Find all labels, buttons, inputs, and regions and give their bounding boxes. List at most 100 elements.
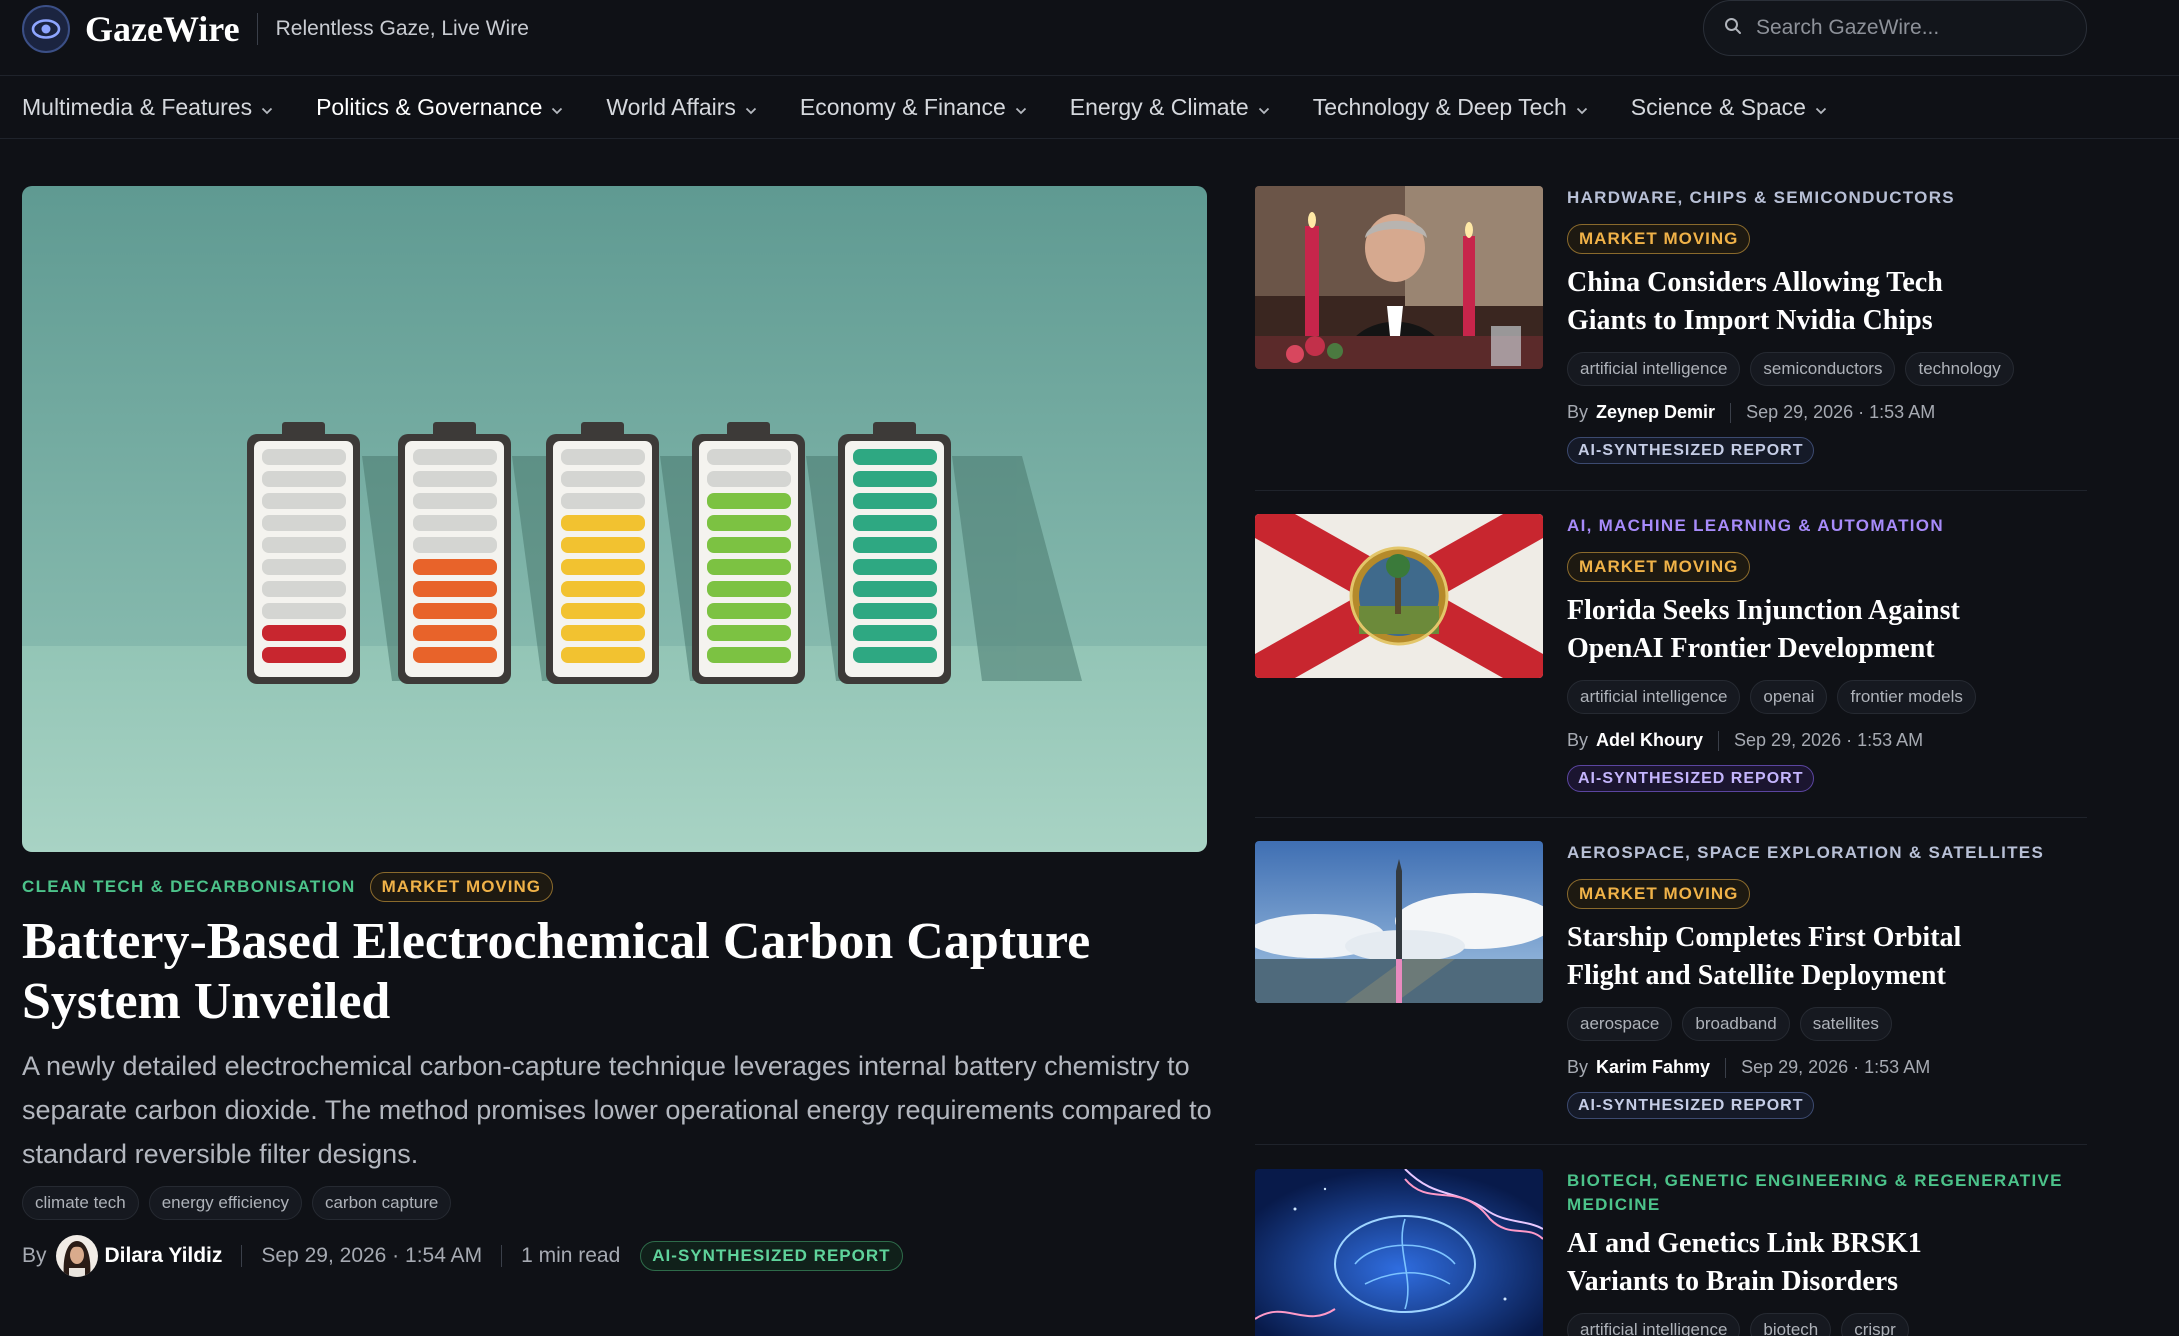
tag-chip[interactable]: semiconductors bbox=[1750, 352, 1896, 386]
nav-label: Energy & Climate bbox=[1069, 94, 1249, 120]
ai-synthesized-badge: AI-SYNTHESIZED REPORT bbox=[1567, 1092, 1815, 1119]
article-body: AI, MACHINE LEARNING & AUTOMATION MARKET… bbox=[1567, 514, 2087, 792]
tag-chip[interactable]: energy efficiency bbox=[148, 1186, 302, 1220]
market-moving-badge: MARKET MOVING bbox=[369, 872, 553, 902]
nav-technology-deep-tech[interactable]: Technology & Deep Tech bbox=[1313, 94, 1588, 121]
article-headline[interactable]: AI and Genetics Link BRSK1 Variants to B… bbox=[1567, 1225, 2007, 1301]
author-name-link[interactable]: Zeynep Demir bbox=[1596, 402, 1715, 423]
author-name-link[interactable]: Adel Khoury bbox=[1596, 730, 1703, 751]
tag-chip[interactable]: carbon capture bbox=[311, 1186, 452, 1220]
article-headline[interactable]: China Considers Allowing Tech Giants to … bbox=[1567, 264, 2007, 340]
article-thumbnail[interactable] bbox=[1255, 514, 1543, 678]
article-card: AEROSPACE, SPACE EXPLORATION & SATELLITE… bbox=[1255, 841, 2087, 1131]
publish-date: Sep 29, 2026 · 1:53 AM bbox=[1746, 402, 1936, 422]
brand-name: GazeWire bbox=[85, 9, 240, 49]
article-divider bbox=[1255, 817, 2087, 818]
article-category-link[interactable]: AI, MACHINE LEARNING & AUTOMATION bbox=[1567, 516, 1944, 535]
article-headline[interactable]: Starship Completes First Orbital Flight … bbox=[1567, 919, 2007, 995]
author-avatar[interactable] bbox=[55, 1235, 98, 1277]
article-byline: By Karim Fahmy Sep 29, 2026 · 1:53 AM bbox=[1567, 1057, 2087, 1078]
market-moving-badge: MARKET MOVING bbox=[1567, 552, 1751, 582]
chevron-down-icon bbox=[1815, 94, 1827, 121]
eye-logo-icon bbox=[22, 5, 70, 53]
nav-label: Multimedia & Features bbox=[22, 94, 253, 120]
tag-chip[interactable]: broadband bbox=[1682, 1007, 1790, 1041]
article-body: BIOTECH, GENETIC ENGINEERING & REGENERAT… bbox=[1567, 1169, 2087, 1336]
chevron-down-icon bbox=[1576, 94, 1588, 121]
tag-chip[interactable]: technology bbox=[1905, 352, 2014, 386]
author-name-link[interactable]: Dilara Yildiz bbox=[105, 1244, 223, 1268]
site-header: GazeWire Relentless Gaze, Live Wire bbox=[0, 0, 2179, 76]
chevron-down-icon bbox=[745, 94, 757, 121]
hero-image[interactable] bbox=[22, 186, 1207, 852]
article-thumbnail[interactable] bbox=[1255, 1169, 1543, 1336]
article-category-link[interactable]: AEROSPACE, SPACE EXPLORATION & SATELLITE… bbox=[1567, 843, 2044, 862]
ai-synthesized-badge: AI-SYNTHESIZED REPORT bbox=[1567, 437, 1815, 464]
article-category-link[interactable]: HARDWARE, CHIPS & SEMICONDUCTORS bbox=[1567, 188, 1955, 207]
article-card: BIOTECH, GENETIC ENGINEERING & REGENERAT… bbox=[1255, 1169, 2087, 1336]
article-byline: By Zeynep Demir Sep 29, 2026 · 1:53 AM bbox=[1567, 402, 2087, 423]
nav-multimedia-features[interactable]: Multimedia & Features bbox=[22, 94, 273, 121]
article-thumbnail[interactable] bbox=[1255, 186, 1543, 369]
article-card: HARDWARE, CHIPS & SEMICONDUCTORS MARKET … bbox=[1255, 186, 2087, 476]
logo-divider bbox=[256, 13, 258, 45]
article-tags: artificial intelligence biotech crispr bbox=[1567, 1313, 2087, 1336]
publish-date: Sep 29, 2026 · 1:53 AM bbox=[1734, 730, 1924, 750]
nav-label: Technology & Deep Tech bbox=[1312, 94, 1567, 120]
logo-link[interactable]: GazeWire Relentless Gaze, Live Wire bbox=[22, 4, 529, 54]
nav-energy-climate[interactable]: Energy & Climate bbox=[1070, 94, 1270, 121]
nav-label: World Affairs bbox=[606, 94, 736, 120]
tag-chip[interactable]: artificial intelligence bbox=[1567, 680, 1741, 714]
market-moving-badge: MARKET MOVING bbox=[1567, 224, 1751, 254]
tag-chip[interactable]: biotech bbox=[1750, 1313, 1832, 1336]
tag-chip[interactable]: aerospace bbox=[1567, 1007, 1673, 1041]
byline-divider bbox=[1730, 402, 1732, 423]
search-input[interactable] bbox=[1756, 16, 2056, 40]
search-icon bbox=[1724, 17, 1742, 40]
hero-tags: climate tech energy efficiency carbon ca… bbox=[22, 1186, 461, 1220]
publish-date: Sep 29, 2026 · 1:53 AM bbox=[1741, 1057, 1931, 1077]
battery-illustration bbox=[22, 186, 1207, 852]
hero-meta: CLEAN TECH & DECARBONISATION MARKET MOVI… bbox=[22, 872, 553, 902]
byline-prefix: By bbox=[1567, 1057, 1589, 1077]
chevron-down-icon bbox=[551, 94, 563, 121]
article-divider bbox=[1255, 490, 2087, 491]
article-card: AI, MACHINE LEARNING & AUTOMATION MARKET… bbox=[1255, 514, 2087, 804]
byline-prefix: By bbox=[1567, 402, 1589, 422]
chevron-down-icon bbox=[261, 94, 273, 121]
tag-chip[interactable]: crispr bbox=[1841, 1313, 1909, 1336]
tag-chip[interactable]: satellites bbox=[1799, 1007, 1892, 1041]
nav-science-space[interactable]: Science & Space bbox=[1631, 94, 1827, 121]
article-body: HARDWARE, CHIPS & SEMICONDUCTORS MARKET … bbox=[1567, 186, 2087, 464]
author-name-link[interactable]: Karim Fahmy bbox=[1596, 1057, 1710, 1078]
nav-politics-governance[interactable]: Politics & Governance bbox=[316, 94, 563, 121]
byline-divider bbox=[241, 1245, 243, 1267]
tag-chip[interactable]: artificial intelligence bbox=[1567, 352, 1741, 386]
article-body: AEROSPACE, SPACE EXPLORATION & SATELLITE… bbox=[1567, 841, 2087, 1119]
article-divider bbox=[1255, 1144, 2087, 1145]
hero-byline: By Dilara Yildiz Sep 29, 2026 · 1:54 AM … bbox=[22, 1235, 903, 1277]
nav-label: Economy & Finance bbox=[799, 94, 1006, 120]
article-headline[interactable]: Florida Seeks Injunction Against OpenAI … bbox=[1567, 592, 2007, 668]
hero-headline[interactable]: Battery-Based Electrochemical Carbon Cap… bbox=[22, 912, 1122, 1032]
hero-category-link[interactable]: CLEAN TECH & DECARBONISATION bbox=[22, 877, 356, 897]
read-time: 1 min read bbox=[521, 1244, 621, 1267]
byline-divider bbox=[501, 1245, 503, 1267]
search-box[interactable] bbox=[1703, 0, 2087, 56]
tag-chip[interactable]: artificial intelligence bbox=[1567, 1313, 1741, 1336]
tag-chip[interactable]: openai bbox=[1750, 680, 1828, 714]
rocket-launch-photo bbox=[1255, 841, 1543, 1003]
nav-economy-finance[interactable]: Economy & Finance bbox=[800, 94, 1027, 121]
byline-prefix: By bbox=[1567, 730, 1589, 750]
article-category-link[interactable]: BIOTECH, GENETIC ENGINEERING & REGENERAT… bbox=[1567, 1171, 2063, 1214]
article-tags: aerospace broadband satellites bbox=[1567, 1007, 2087, 1041]
tag-chip[interactable]: climate tech bbox=[22, 1186, 139, 1220]
main-nav: Multimedia & Features Politics & Governa… bbox=[0, 77, 2179, 139]
byline-divider bbox=[1718, 730, 1720, 751]
tag-chip[interactable]: frontier models bbox=[1837, 680, 1976, 714]
nav-world-affairs[interactable]: World Affairs bbox=[606, 94, 757, 121]
nav-label: Politics & Governance bbox=[316, 94, 543, 120]
hero-summary: A newly detailed electrochemical carbon-… bbox=[22, 1051, 1212, 1169]
article-thumbnail[interactable] bbox=[1255, 841, 1543, 1003]
article-tags: artificial intelligence openai frontier … bbox=[1567, 680, 2087, 714]
